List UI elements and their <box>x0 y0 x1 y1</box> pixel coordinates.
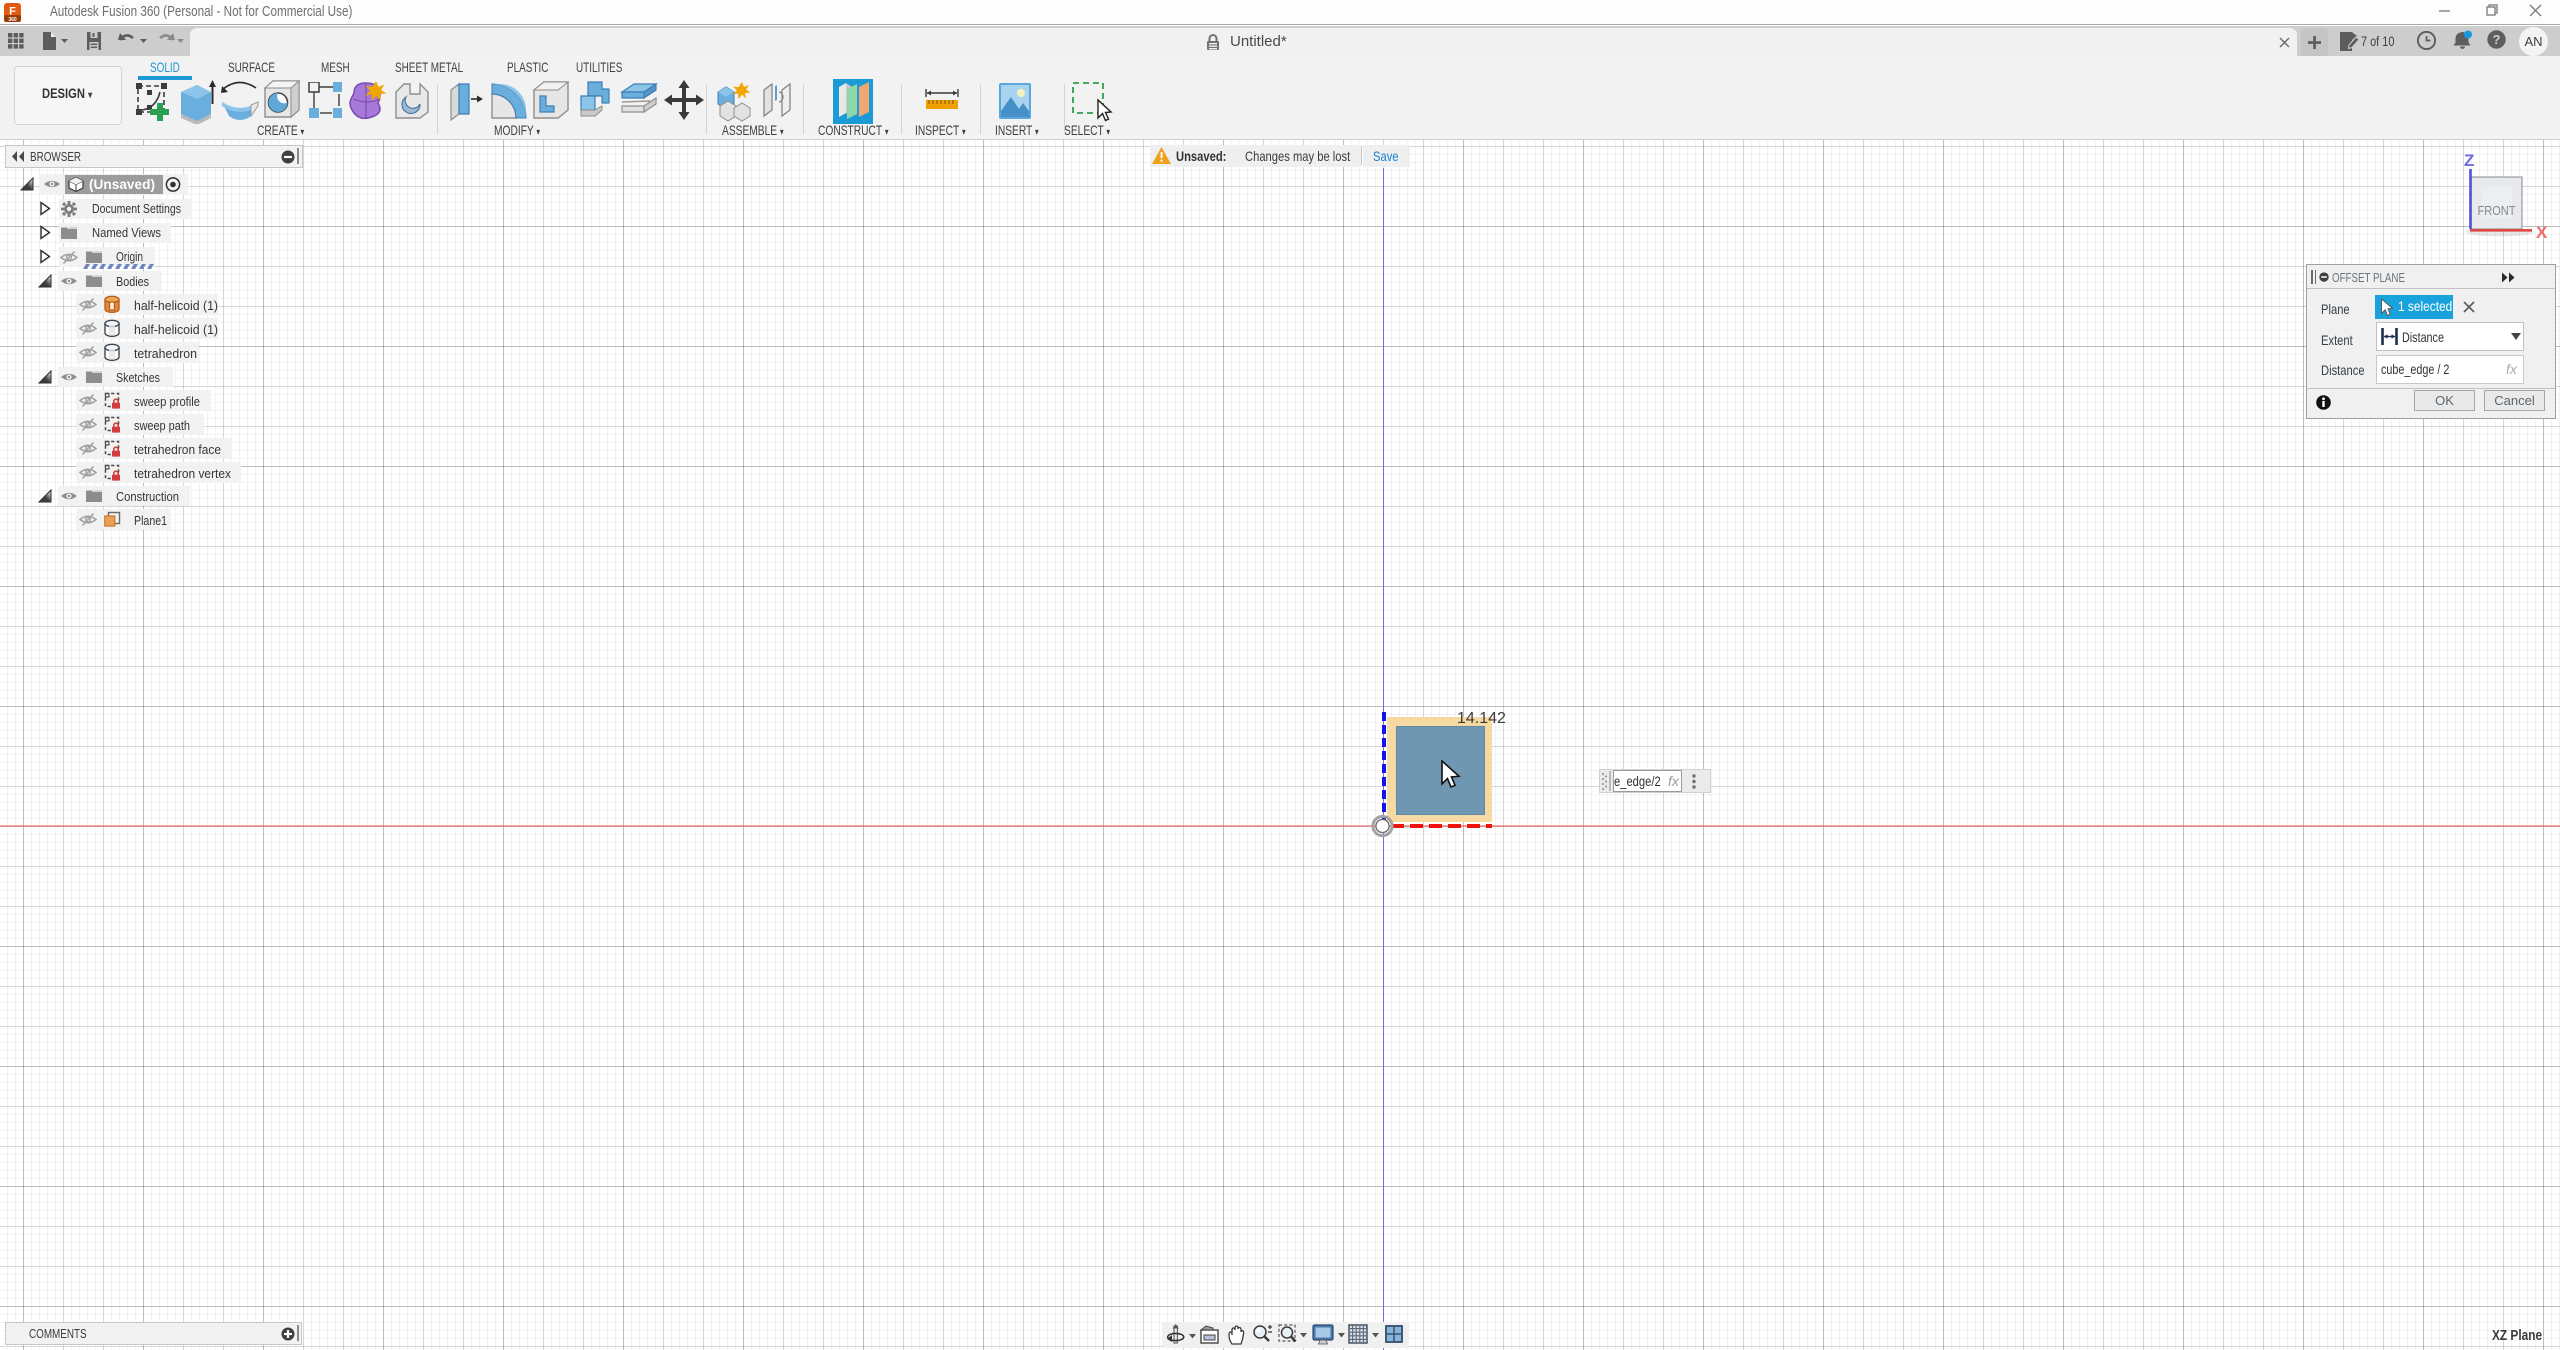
svg-text:tetrahedron vertex: tetrahedron vertex <box>134 466 231 481</box>
svg-text:sweep path: sweep path <box>134 418 190 433</box>
svg-text:half-helicoid (1): half-helicoid (1) <box>134 298 218 313</box>
svg-text:X: X <box>2536 223 2548 242</box>
svg-text:360: 360 <box>8 17 17 23</box>
svg-text:Construction: Construction <box>116 489 179 504</box>
svg-text:F: F <box>9 6 16 18</box>
svg-text:Bodies: Bodies <box>116 274 149 289</box>
svg-text:sweep profile: sweep profile <box>134 394 200 409</box>
svg-text:Sketches: Sketches <box>116 370 160 385</box>
svg-text:Document Settings: Document Settings <box>92 201 181 216</box>
svg-text:Named Views: Named Views <box>92 225 161 240</box>
svg-text:?: ? <box>2493 32 2501 47</box>
svg-text:half-helicoid (1): half-helicoid (1) <box>134 322 218 337</box>
svg-text:FRONT: FRONT <box>2478 203 2516 218</box>
svg-text:tetrahedron face: tetrahedron face <box>134 442 221 457</box>
svg-text:Origin: Origin <box>116 249 143 264</box>
svg-text:(Unsaved): (Unsaved) <box>89 177 155 192</box>
svg-text:tetrahedron: tetrahedron <box>134 346 197 361</box>
svg-text:Plane1: Plane1 <box>134 513 167 528</box>
svg-text:Z: Z <box>2464 151 2474 170</box>
